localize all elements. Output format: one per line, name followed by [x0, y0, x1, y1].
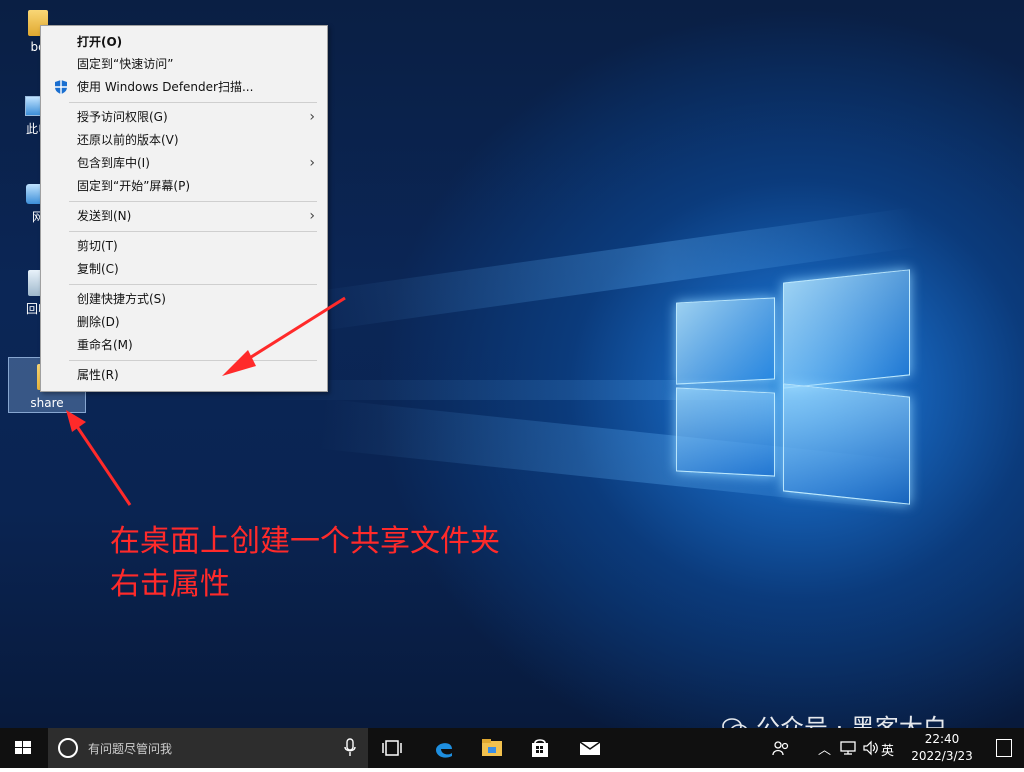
- input-language-indicator[interactable]: 英: [881, 740, 894, 759]
- system-tray: ︿ 英 22:40 2022/3/23: [764, 728, 1024, 768]
- menu-item-send-to[interactable]: 发送到(N) ›: [41, 205, 327, 227]
- microphone-icon[interactable]: [344, 738, 356, 758]
- chevron-right-icon: ›: [309, 155, 315, 171]
- share-folder-label: share: [30, 396, 64, 410]
- menu-separator: [69, 284, 317, 285]
- annotation-line-1: 在桌面上创建一个共享文件夹: [110, 524, 500, 559]
- clock-time: 22:40: [924, 732, 960, 746]
- menu-item-create-shortcut[interactable]: 创建快捷方式(S): [41, 288, 327, 310]
- menu-item-open[interactable]: 打开(O): [41, 31, 327, 53]
- wechat-watermark: 公众号 · 黑客大白: [722, 708, 947, 728]
- menu-item-rename[interactable]: 重命名(M): [41, 334, 327, 356]
- menu-item-pin-start[interactable]: 固定到“开始”屏幕(P): [41, 175, 327, 197]
- context-menu: 打开(O) 固定到“快速访问” 使用 Windows Defender扫描...…: [40, 25, 328, 392]
- edge-icon[interactable]: [432, 736, 456, 760]
- chevron-right-icon: ›: [309, 109, 315, 125]
- watermark-text: 公众号 · 黑客大白: [756, 714, 947, 728]
- clock-date: 2022/3/23: [911, 749, 973, 763]
- menu-item-cut[interactable]: 剪切(T): [41, 235, 327, 257]
- windows-defender-shield-icon: [55, 80, 67, 94]
- menu-separator: [69, 231, 317, 232]
- clock[interactable]: 22:40 2022/3/23: [902, 731, 982, 765]
- menu-separator: [69, 201, 317, 202]
- menu-item-restore-previous[interactable]: 还原以前的版本(V): [41, 129, 327, 151]
- menu-item-pin-quick-access[interactable]: 固定到“快速访问”: [41, 53, 327, 75]
- menu-item-delete[interactable]: 删除(D): [41, 311, 327, 333]
- people-icon[interactable]: [772, 740, 790, 756]
- file-explorer-icon[interactable]: [480, 736, 504, 760]
- annotation-line-2: 右击属性: [110, 567, 230, 602]
- arrow-to-share-folder: [66, 410, 132, 506]
- windows-logo-pane-top-right: [783, 269, 910, 389]
- search-placeholder: 有问题尽管问我: [88, 742, 173, 756]
- chevron-up-icon[interactable]: ︿: [818, 739, 831, 758]
- notification-center-icon[interactable]: [996, 739, 1012, 757]
- menu-item-copy[interactable]: 复制(C): [41, 258, 327, 280]
- store-icon[interactable]: [528, 736, 552, 760]
- wechat-icon: [722, 718, 747, 728]
- menu-separator: [69, 102, 317, 103]
- annotation-text: 在桌面上创建一个共享文件夹 右击属性: [110, 520, 500, 606]
- menu-item-grant-access[interactable]: 授予访问权限(G) ›: [41, 106, 327, 128]
- network-tray-icon[interactable]: [840, 740, 856, 756]
- windows-logo-pane-bottom-left: [676, 387, 775, 477]
- windows-logo-pane-top-left: [676, 297, 775, 385]
- windows-start-icon: [15, 741, 31, 754]
- mail-icon[interactable]: [578, 736, 602, 760]
- menu-separator: [69, 360, 317, 361]
- windows-logo-pane-bottom-right: [783, 383, 910, 505]
- menu-item-defender-scan[interactable]: 使用 Windows Defender扫描...: [41, 76, 327, 98]
- cortana-icon: [58, 738, 78, 758]
- menu-item-include-library[interactable]: 包含到库中(I) ›: [41, 152, 327, 174]
- volume-icon[interactable]: [862, 740, 880, 756]
- chevron-right-icon: ›: [309, 208, 315, 224]
- start-button[interactable]: [0, 728, 48, 768]
- task-view-icon[interactable]: [380, 736, 404, 760]
- menu-item-properties[interactable]: 属性(R): [41, 364, 327, 386]
- taskbar: 有问题尽管问我 ︿ 英 22:40 2022/3/23: [0, 728, 1024, 768]
- taskbar-search-box[interactable]: 有问题尽管问我: [48, 728, 368, 768]
- desktop[interactable]: bo 此电 网 回收 share 打开(O) 固定到“快速访问” 使用 Wind…: [0, 0, 1024, 728]
